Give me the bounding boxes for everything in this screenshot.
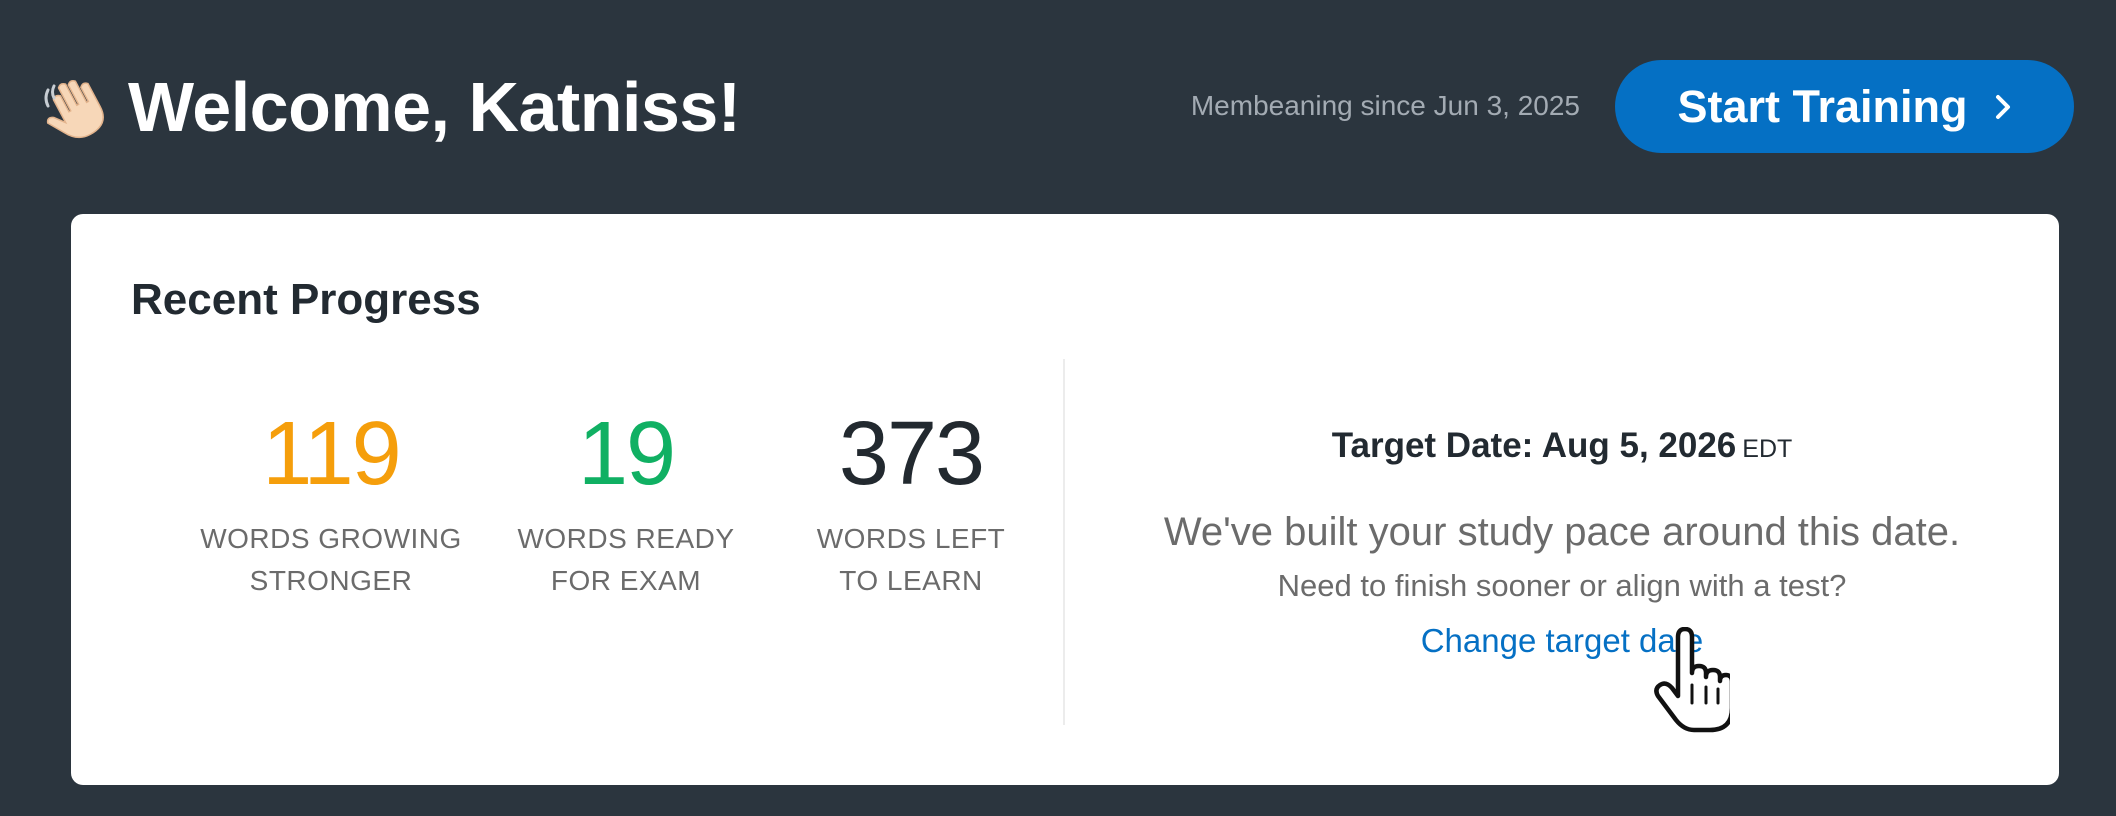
- start-training-label: Start Training: [1677, 80, 1968, 132]
- stat-value: 19: [577, 404, 676, 504]
- chevron-right-icon: [1995, 94, 2010, 119]
- hand-pointer-cursor-icon: [1654, 627, 1730, 733]
- target-date-label: Target Date: Aug 5, 2026: [1331, 426, 1737, 465]
- stat-label-line: STRONGER: [249, 565, 413, 596]
- stat-words-growing: 119 WORDS GROWING STRONGER: [191, 404, 471, 602]
- stat-label-line: WORDS READY: [517, 523, 735, 554]
- target-date-panel: Target Date: Aug 5, 2026 EDT We've built …: [1065, 214, 2059, 785]
- stat-label: WORDS READY FOR EXAM: [501, 518, 751, 602]
- stat-label-line: TO LEARN: [839, 565, 983, 596]
- start-training-button[interactable]: Start Training: [1615, 60, 2074, 153]
- stat-value: 373: [838, 404, 985, 504]
- change-target-date-wrapper: Change target date: [1065, 618, 2059, 664]
- stat-label-line: FOR EXAM: [550, 565, 702, 596]
- card-title: Recent Progress: [131, 275, 481, 324]
- member-since-text: Membeaning since Jun 3, 2025: [1190, 90, 1580, 121]
- stat-label-line: WORDS LEFT: [816, 523, 1006, 554]
- stat-words-ready: 19 WORDS READY FOR EXAM: [501, 404, 751, 602]
- timezone-label: EDT: [1742, 435, 1793, 463]
- stat-label: WORDS LEFT TO LEARN: [791, 518, 1031, 602]
- page-header: Welcome, Katniss! Membeaning since Jun 3…: [0, 0, 2116, 214]
- stat-label: WORDS GROWING STRONGER: [191, 518, 471, 602]
- stat-words-left: 373 WORDS LEFT TO LEARN: [791, 404, 1031, 602]
- target-date-heading: Target Date: Aug 5, 2026 EDT: [1065, 422, 2059, 473]
- pace-message: We've built your study pace around this …: [1163, 510, 1961, 554]
- waving-hand-icon: [44, 80, 104, 139]
- stat-value: 119: [262, 404, 401, 504]
- welcome-heading: Welcome, Katniss!: [128, 68, 741, 146]
- recent-progress-card: Recent Progress 119 WORDS GROWING STRONG…: [71, 214, 2059, 785]
- finish-sooner-message: Need to finish sooner or align with a te…: [1277, 568, 1847, 603]
- stat-label-line: WORDS GROWING: [200, 523, 462, 554]
